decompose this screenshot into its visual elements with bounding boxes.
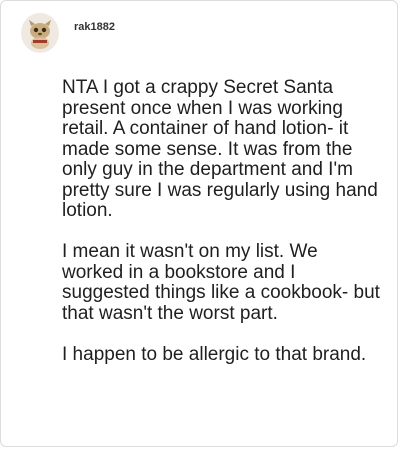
comment-paragraph: NTA I got a crappy Secret Santa present … [62, 77, 378, 221]
comment-card: rak1882 NTA I got a crappy Secret Santa … [0, 0, 398, 447]
cartoon-animal-avatar-icon [29, 20, 51, 49]
comment-body: NTA I got a crappy Secret Santa present … [62, 77, 382, 386]
comment-header: rak1882 [21, 13, 115, 53]
comment-paragraph: I mean it wasn't on my list. We worked i… [62, 241, 380, 324]
user-avatar[interactable] [21, 13, 59, 53]
username[interactable]: rak1882 [74, 21, 115, 33]
comment-paragraph: I happen to be allergic to that brand. [62, 343, 367, 365]
